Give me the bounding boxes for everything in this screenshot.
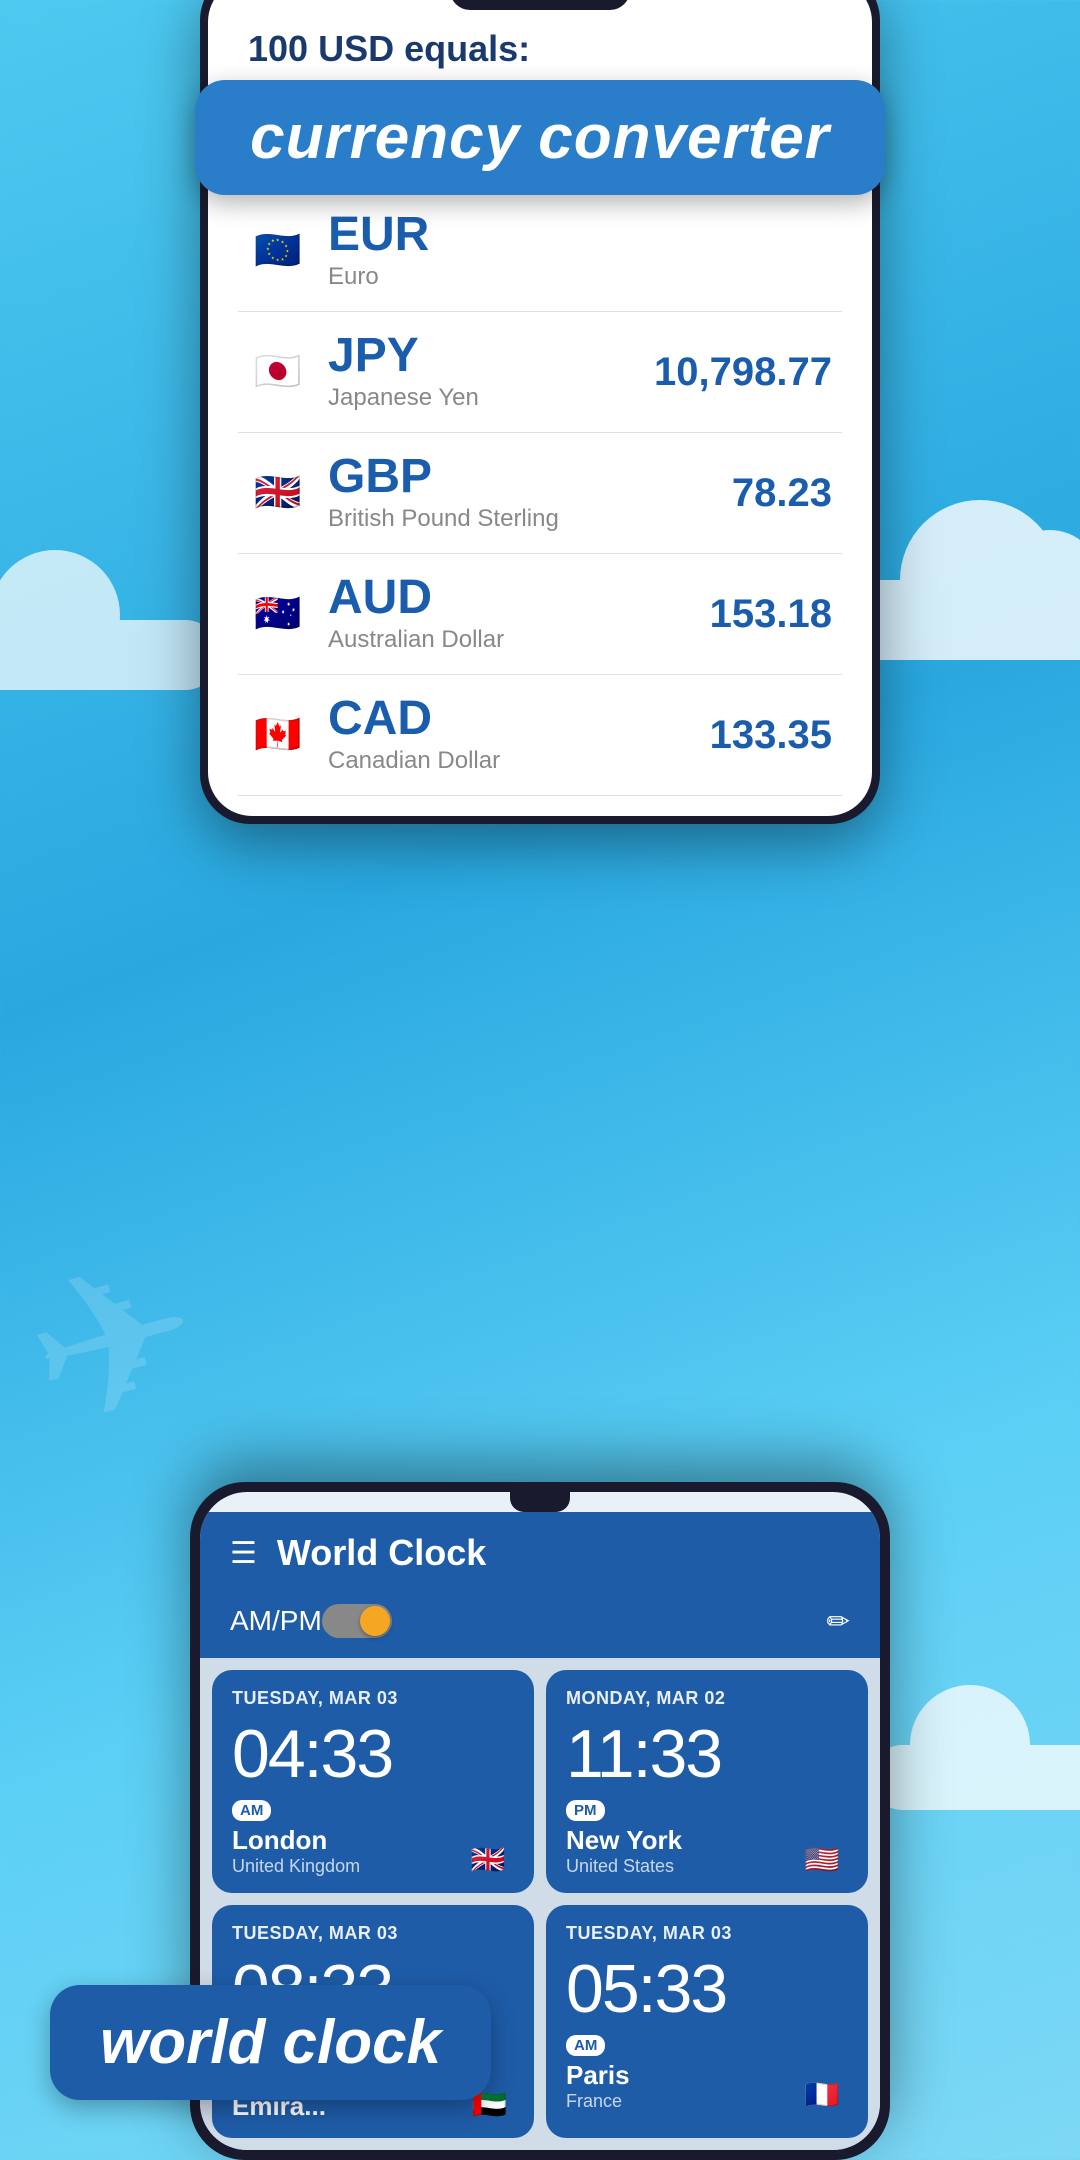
- newyork-city: New York: [566, 1825, 682, 1856]
- aud-flag: 🇦🇺: [248, 584, 308, 644]
- aud-code: AUD: [328, 574, 710, 622]
- cad-info: CAD Canadian Dollar: [328, 695, 710, 775]
- currency-row-aud[interactable]: 🇦🇺 AUD Australian Dollar 153.18: [238, 554, 842, 675]
- jpy-value: 10,798.77: [654, 350, 832, 395]
- paris-date: TUESDAY, MAR 03: [566, 1923, 848, 1944]
- clock-card-london[interactable]: TUESDAY, MAR 03 04:33 AM London United K…: [212, 1670, 534, 1893]
- gbp-info: GBP British Pound Sterling: [328, 453, 732, 533]
- plane-background-icon: ✈: [3, 1209, 225, 1477]
- cad-name: Canadian Dollar: [328, 747, 710, 775]
- paris-time: 05:33: [566, 1952, 726, 2027]
- ampm-label: AM/PM: [230, 1605, 322, 1637]
- edit-icon[interactable]: ✏: [827, 1605, 850, 1638]
- eur-info: EUR Euro: [328, 211, 832, 291]
- paris-flag: 🇫🇷: [796, 2076, 848, 2112]
- london-time: 04:33: [232, 1717, 392, 1792]
- toggle-track[interactable]: [322, 1604, 392, 1638]
- paris-country: France: [566, 2091, 630, 2112]
- paris-location: AM Paris France: [566, 2035, 630, 2112]
- hamburger-menu-icon[interactable]: ☰: [230, 1536, 257, 1571]
- paris-ampm: AM: [566, 2035, 605, 2056]
- london-date: TUESDAY, MAR 03: [232, 1688, 514, 1709]
- clock-card-newyork[interactable]: MONDAY, MAR 02 11:33 PM New York United …: [546, 1670, 868, 1893]
- jpy-code: JPY: [328, 332, 654, 380]
- london-location: AM London United Kingdom: [232, 1800, 360, 1877]
- gbp-value: 78.23: [732, 471, 832, 516]
- newyork-time-row: 11:33: [566, 1709, 848, 1800]
- currency-row-jpy[interactable]: 🇯🇵 JPY Japanese Yen 10,798.77: [238, 312, 842, 433]
- paris-footer: AM Paris France 🇫🇷: [566, 2035, 848, 2112]
- paris-time-row: 05:33: [566, 1944, 848, 2035]
- cloud-decoration-2: [0, 620, 220, 690]
- currency-row-cad[interactable]: 🇨🇦 CAD Canadian Dollar 133.35: [238, 675, 842, 796]
- london-city: London: [232, 1825, 360, 1856]
- currency-converter-banner: currency converter: [195, 80, 885, 195]
- newyork-country: United States: [566, 1856, 682, 1877]
- newyork-flag: 🇺🇸: [796, 1841, 848, 1877]
- phone-notch: [450, 0, 630, 10]
- london-ampm: AM: [232, 1800, 271, 1821]
- newyork-time: 11:33: [566, 1717, 721, 1792]
- clock-card-paris[interactable]: TUESDAY, MAR 03 05:33 AM Paris France 🇫🇷: [546, 1905, 868, 2138]
- jpy-flag: 🇯🇵: [248, 342, 308, 402]
- london-flag: 🇬🇧: [462, 1841, 514, 1877]
- ampm-toggle[interactable]: [322, 1604, 392, 1638]
- aud-name: Australian Dollar: [328, 626, 710, 654]
- paris-city: Paris: [566, 2060, 630, 2091]
- currency-row-gbp[interactable]: 🇬🇧 GBP British Pound Sterling 78.23: [238, 433, 842, 554]
- world-clock-title: World Clock: [277, 1532, 850, 1574]
- eur-name: Euro: [328, 263, 832, 291]
- cloud-decoration-3: [870, 1745, 1080, 1810]
- gbp-flag: 🇬🇧: [248, 463, 308, 523]
- currency-banner-text: currency converter: [250, 103, 830, 172]
- eur-flag: 🇪🇺: [248, 221, 308, 281]
- toggle-thumb: [360, 1606, 390, 1636]
- london-time-row: 04:33: [232, 1709, 514, 1800]
- ampm-toggle-bar: AM/PM ✏: [200, 1594, 880, 1658]
- cad-value: 133.35: [710, 713, 832, 758]
- newyork-footer: PM New York United States 🇺🇸: [566, 1800, 848, 1877]
- gbp-code: GBP: [328, 453, 732, 501]
- jpy-name: Japanese Yen: [328, 384, 654, 412]
- world-clock-banner: world clock: [50, 1985, 491, 2100]
- eur-code: EUR: [328, 211, 832, 259]
- newyork-location: PM New York United States: [566, 1800, 682, 1877]
- aud-info: AUD Australian Dollar: [328, 574, 710, 654]
- jpy-info: JPY Japanese Yen: [328, 332, 654, 412]
- newyork-ampm: PM: [566, 1800, 605, 1821]
- wc-banner-text: world clock: [100, 2008, 441, 2077]
- uae-date: TUESDAY, MAR 03: [232, 1923, 514, 1944]
- currency-row-eur[interactable]: 🇪🇺 EUR Euro: [238, 191, 842, 312]
- london-country: United Kingdom: [232, 1856, 360, 1877]
- cad-code: CAD: [328, 695, 710, 743]
- newyork-date: MONDAY, MAR 02: [566, 1688, 848, 1709]
- world-clock-header: ☰ World Clock: [200, 1512, 880, 1594]
- gbp-name: British Pound Sterling: [328, 505, 732, 533]
- phone2-notch: [510, 1492, 570, 1512]
- currency-header: 100 USD equals:: [238, 28, 842, 70]
- cad-flag: 🇨🇦: [248, 705, 308, 765]
- london-footer: AM London United Kingdom 🇬🇧: [232, 1800, 514, 1877]
- aud-value: 153.18: [710, 592, 832, 637]
